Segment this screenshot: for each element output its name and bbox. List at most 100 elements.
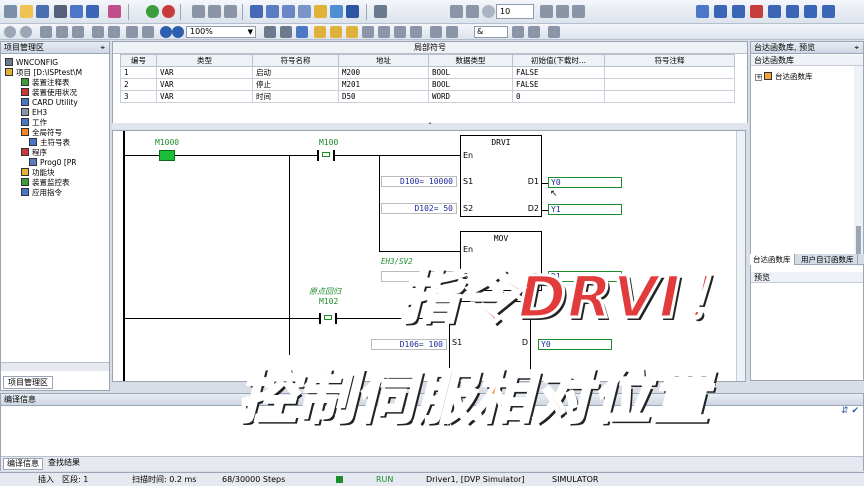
column-header[interactable]: 数据类型 [428,54,513,67]
tree-item[interactable]: 全局符号 [21,128,62,138]
line3-icon[interactable] [394,26,406,38]
tab-delta-library[interactable]: 台达函数库 [750,254,795,265]
refresh-icon[interactable] [556,5,569,18]
monitor-icon[interactable] [314,5,327,18]
arrow-icon[interactable] [430,26,442,38]
tree-item[interactable]: WNCONFIG [5,58,58,68]
table-cell[interactable]: 时间 [252,90,339,103]
paste-icon[interactable] [72,26,84,38]
table-cell[interactable]: VAR [156,66,253,79]
view2-icon[interactable] [714,5,727,18]
column-header[interactable]: 符号名称 [252,54,339,67]
table-cell[interactable] [604,78,735,91]
line4-icon[interactable] [410,26,422,38]
tree-item[interactable]: Prog0 [PR [29,158,76,168]
copy-icon[interactable] [56,26,68,38]
drvi-d2-output[interactable]: Y1 [548,204,622,215]
tab-compile-info[interactable]: 编译信息 [3,458,43,470]
align-icon[interactable] [548,26,560,38]
table-cell[interactable]: VAR [156,78,253,91]
view7-icon[interactable] [804,5,817,18]
tree-item[interactable]: 程序 [21,148,47,158]
drvi-instruction-box[interactable]: DRVI En S1 S2 D1 D2 [460,135,542,217]
table-cell[interactable]: 停止 [252,78,339,91]
contact-icon[interactable] [264,26,276,38]
play-icon[interactable] [540,5,553,18]
line-icon[interactable] [362,26,374,38]
table-cell[interactable]: 3 [120,90,157,103]
bulb-icon[interactable] [330,5,343,18]
zoom-out-icon[interactable] [172,26,184,38]
expand-icon[interactable]: + [755,74,762,81]
tree-item[interactable]: 装置监控表 [21,178,70,188]
tool3-icon[interactable] [224,5,237,18]
drvi-d1-output[interactable]: Y0 [548,177,622,188]
drvi-s2-operand[interactable]: D102= 50 [381,203,457,214]
table-cell[interactable]: D50 [338,90,429,103]
contact-m100[interactable] [317,150,335,161]
tree-item[interactable]: 装置使用状况 [21,88,77,98]
table-cell[interactable] [604,66,735,79]
contact2-icon[interactable] [280,26,292,38]
table-cell[interactable]: FALSE [512,66,605,79]
clock-icon[interactable] [482,5,495,18]
list-icon[interactable] [374,5,387,18]
line2-icon[interactable] [378,26,390,38]
table-cell[interactable]: WORD [428,90,513,103]
spin-input[interactable]: 10 [496,4,534,19]
run-icon[interactable] [146,5,159,18]
stop-icon[interactable] [162,5,175,18]
grid-icon[interactable] [266,5,279,18]
tab-project-manager[interactable]: 项目管理区 [3,376,53,389]
table-cell[interactable]: 0 [512,90,605,103]
view8-icon[interactable] [822,5,835,18]
coil-icon[interactable] [296,26,308,38]
func2-icon[interactable] [330,26,342,38]
branch-icon[interactable] [512,26,524,38]
grid2-icon[interactable] [282,5,295,18]
book-icon[interactable] [108,5,121,18]
table-cell[interactable]: VAR [156,90,253,103]
contact-m1000[interactable] [159,150,175,161]
table-row[interactable]: 3 VAR 时间 D50 WORD 0 [120,90,735,103]
table-cell[interactable]: M200 [338,66,429,79]
pin-icon[interactable]: ⌖ [100,42,105,54]
table-row[interactable]: 2 VAR 停止 M201 BOOL FALSE [120,78,735,91]
table-cell[interactable]: 1 [120,66,157,79]
tree-item[interactable]: 主符号表 [29,138,70,148]
zoom-in-icon[interactable] [160,26,172,38]
cut-icon[interactable] [40,26,52,38]
table-cell[interactable]: 启动 [252,66,339,79]
loop-icon[interactable] [572,5,585,18]
tree-item[interactable]: CARD Utility [21,98,78,108]
tree-item[interactable]: 工作 [21,118,47,128]
tree-item[interactable]: 项目 [D:\ISPtest\M [5,68,82,78]
tree-item[interactable]: 功能块 [21,168,55,178]
splitter-handle[interactable]: ⌃ [112,123,748,129]
library-scrollbar[interactable] [854,66,863,266]
table-cell[interactable]: BOOL [428,66,513,79]
edit-icon[interactable] [250,5,263,18]
operator-select[interactable]: & [474,26,508,38]
tree-item[interactable]: EH3 [21,108,47,118]
forward-icon[interactable] [20,26,32,38]
view5-icon[interactable] [768,5,781,18]
find-icon[interactable] [126,26,138,38]
view6-icon[interactable] [786,5,799,18]
compile-tools-icon[interactable]: ⇵ ✔ [841,406,859,416]
tool-icon[interactable] [192,5,205,18]
open-icon[interactable] [20,5,33,18]
table-cell[interactable]: 2 [120,78,157,91]
box3-s1-operand[interactable]: D106= 100 [371,339,447,350]
zoom-select[interactable]: 100% ▼ [186,26,256,38]
grid3-icon[interactable] [298,5,311,18]
column-header[interactable]: 编号 [120,54,157,67]
view-icon[interactable] [696,5,709,18]
print-icon[interactable] [54,5,67,18]
branch2-icon[interactable] [528,26,540,38]
undo-icon[interactable] [92,26,104,38]
table-cell[interactable]: BOOL [428,78,513,91]
tree-item[interactable]: 应用指令 [21,188,62,198]
horizontal-scrollbar[interactable] [1,362,109,371]
tab-find-results[interactable]: 查找结果 [45,458,83,470]
